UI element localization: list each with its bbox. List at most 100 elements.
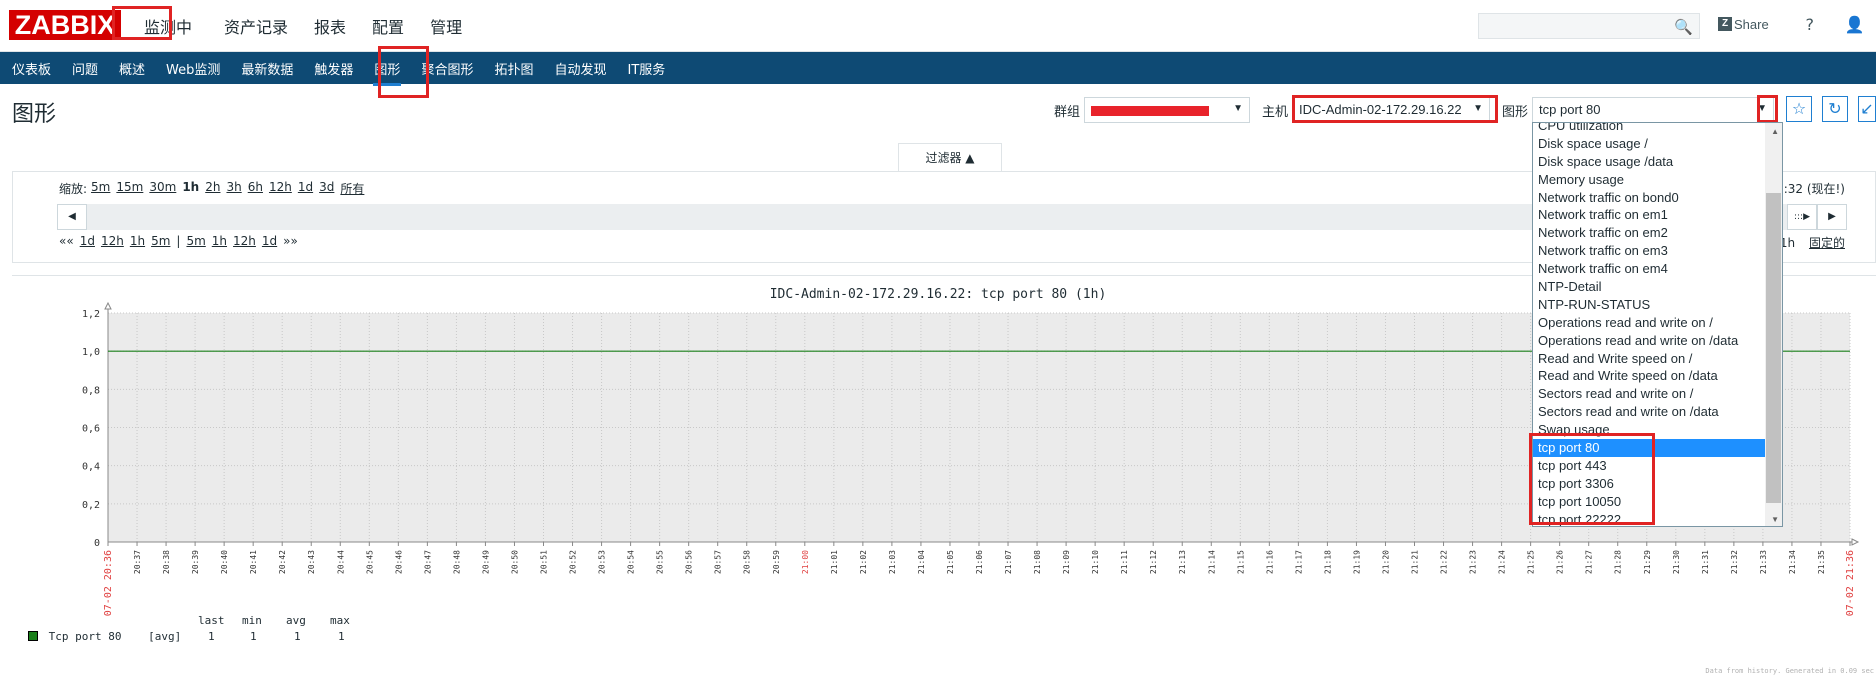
- nav-configuration[interactable]: 配置: [372, 14, 404, 38]
- x-tick-label: 20:51: [540, 550, 549, 574]
- nav-back-12h[interactable]: 12h: [101, 234, 124, 248]
- nav-fwd-5m[interactable]: 5m: [186, 234, 205, 248]
- x-tick-label: 20:59: [772, 550, 781, 574]
- chevron-down-icon[interactable]: ▼: [1757, 103, 1767, 114]
- x-tick-label: 20:55: [656, 550, 665, 574]
- zoom-1h[interactable]: 1h: [182, 180, 199, 197]
- filter-tab[interactable]: 过滤器 ▲: [898, 143, 1002, 171]
- nav-back-1d[interactable]: 1d: [80, 234, 95, 248]
- nav-reports[interactable]: 报表: [314, 14, 346, 38]
- x-tick-label: 21:30: [1672, 550, 1681, 574]
- user-icon[interactable]: 👤: [1845, 15, 1865, 34]
- nav-monitoring[interactable]: 监测中: [138, 10, 198, 42]
- zoom-1d[interactable]: 1d: [298, 180, 313, 197]
- subnav-discovery[interactable]: 自动发现: [554, 59, 606, 78]
- subnav-triggers[interactable]: 触发器: [314, 59, 353, 78]
- zoom-6h[interactable]: 6h: [248, 180, 263, 197]
- share-button[interactable]: Z Share: [1718, 17, 1769, 32]
- x-tick-label: 21:15: [1236, 550, 1245, 574]
- zoom-15m[interactable]: 15m: [116, 180, 143, 197]
- dropdown-option[interactable]: tcp port 10050: [1533, 493, 1766, 511]
- dropdown-option[interactable]: Sectors read and write on /: [1533, 385, 1766, 403]
- zoom-3h[interactable]: 3h: [226, 180, 241, 197]
- x-tick-label: 21:24: [1498, 550, 1507, 574]
- dropdown-option[interactable]: Disk space usage /: [1533, 135, 1766, 153]
- subnav-maps[interactable]: 拓扑图: [494, 59, 533, 78]
- subnav-problems[interactable]: 问题: [72, 59, 98, 78]
- subnav-dashboard[interactable]: 仪表板: [12, 59, 51, 78]
- zoom-3d[interactable]: 3d: [319, 180, 334, 197]
- top-header: ZABBIX 监测中 资产记录 报表 配置 管理 🔍 ZShare ? 👤 ⏻: [0, 0, 1876, 52]
- search-input[interactable]: 🔍: [1478, 13, 1700, 39]
- nav-fwd-1h[interactable]: 1h: [212, 234, 227, 248]
- dropdown-option[interactable]: Network traffic on em1: [1533, 206, 1766, 224]
- dropdown-option[interactable]: Read and Write speed on /: [1533, 350, 1766, 368]
- scroll-down-icon[interactable]: ▼: [1771, 515, 1779, 524]
- dropdown-option[interactable]: tcp port 22222: [1533, 511, 1766, 526]
- x-tick-label: 21:08: [1033, 550, 1042, 574]
- dropdown-option[interactable]: Network traffic on em3: [1533, 242, 1766, 260]
- scroll-up-icon[interactable]: ▲: [1771, 127, 1779, 136]
- subnav-screens[interactable]: 聚合图形: [421, 59, 473, 78]
- nav-back-1h[interactable]: 1h: [130, 234, 145, 248]
- slider-handle[interactable]: :::▶: [1787, 204, 1817, 230]
- group-select[interactable]: ▼: [1084, 97, 1251, 123]
- zoom-30m[interactable]: 30m: [149, 180, 176, 197]
- legend-series-name: Tcp port 80: [48, 630, 122, 643]
- search-icon[interactable]: 🔍: [1674, 18, 1693, 36]
- graph-dropdown-list[interactable]: CPU utilization Disk space usage / Disk sp…: [1532, 122, 1783, 527]
- dropdown-option[interactable]: Disk space usage /data: [1533, 153, 1766, 171]
- subnav-latest-data[interactable]: 最新数据: [241, 59, 293, 78]
- dropdown-option[interactable]: Network traffic on em2: [1533, 224, 1766, 242]
- x-tick-label: 21:09: [1062, 550, 1071, 574]
- zoom-2h[interactable]: 2h: [205, 180, 220, 197]
- dropdown-option[interactable]: Sectors read and write on /data: [1533, 403, 1766, 421]
- refresh-button[interactable]: ↻: [1822, 96, 1848, 122]
- header-icons: ZShare ? 👤 ⏻: [1718, 14, 1876, 34]
- dropdown-option[interactable]: tcp port 3306: [1533, 475, 1766, 493]
- favorite-button[interactable]: ☆: [1786, 96, 1812, 122]
- dropdown-option[interactable]: Network traffic on em4: [1533, 260, 1766, 278]
- dropdown-option[interactable]: Read and Write speed on /data: [1533, 367, 1766, 385]
- nav-fwd-all[interactable]: »»: [283, 234, 298, 248]
- dropdown-option[interactable]: Memory usage: [1533, 171, 1766, 189]
- dropdown-option[interactable]: tcp port 80: [1533, 439, 1766, 457]
- nav-back-all[interactable]: ««: [59, 234, 74, 248]
- host-select[interactable]: IDC-Admin-02-172.29.16.22 ▼: [1292, 97, 1491, 123]
- dropdown-option[interactable]: NTP-Detail: [1533, 278, 1766, 296]
- fixed-toggle[interactable]: 固定的: [1809, 236, 1845, 250]
- zabbix-logo[interactable]: ZABBIX: [9, 10, 121, 40]
- graph-select[interactable]: tcp port 80 ▼: [1532, 97, 1775, 123]
- nav-back-5m[interactable]: 5m: [151, 234, 170, 248]
- slider-left-button[interactable]: ◀: [57, 204, 87, 230]
- fullscreen-button[interactable]: ↙: [1858, 96, 1876, 122]
- subnav-it-services[interactable]: IT服务: [627, 59, 665, 78]
- help-icon[interactable]: ?: [1801, 15, 1819, 34]
- dropdown-scrollbar[interactable]: ▲ ▼: [1765, 123, 1782, 526]
- dropdown-option[interactable]: CPU utilization: [1533, 123, 1766, 135]
- nav-fwd-1d[interactable]: 1d: [262, 234, 277, 248]
- dropdown-option[interactable]: Swap usage: [1533, 421, 1766, 439]
- dropdown-option[interactable]: Operations read and write on /data: [1533, 332, 1766, 350]
- slider-right-button[interactable]: ▶: [1817, 204, 1847, 230]
- dropdown-option[interactable]: Network traffic on bond0: [1533, 189, 1766, 207]
- dropdown-option[interactable]: tcp port 443: [1533, 457, 1766, 475]
- zoom-5m[interactable]: 5m: [91, 180, 110, 197]
- y-tick-label: 0,8: [82, 385, 100, 396]
- nav-inventory[interactable]: 资产记录: [224, 14, 288, 38]
- zoom-12h[interactable]: 12h: [269, 180, 292, 197]
- scroll-thumb[interactable]: [1766, 193, 1781, 503]
- y-tick-label: 1,0: [82, 347, 100, 358]
- x-tick-label: 21:02: [859, 550, 868, 574]
- nav-administration[interactable]: 管理: [430, 14, 462, 38]
- subnav-overview[interactable]: 概述: [119, 59, 145, 78]
- x-tick-label: 21:14: [1207, 550, 1216, 574]
- dropdown-option[interactable]: Operations read and write on /: [1533, 314, 1766, 332]
- nav-fwd-12h[interactable]: 12h: [233, 234, 256, 248]
- zoom-all[interactable]: 所有: [340, 180, 364, 197]
- subnav-graphs[interactable]: 图形: [373, 59, 402, 86]
- fullscreen-icon: ↙: [1860, 99, 1874, 118]
- subnav-web[interactable]: Web监测: [166, 59, 220, 78]
- dropdown-option[interactable]: NTP-RUN-STATUS: [1533, 296, 1766, 314]
- x-axis-arrow: [1851, 538, 1860, 546]
